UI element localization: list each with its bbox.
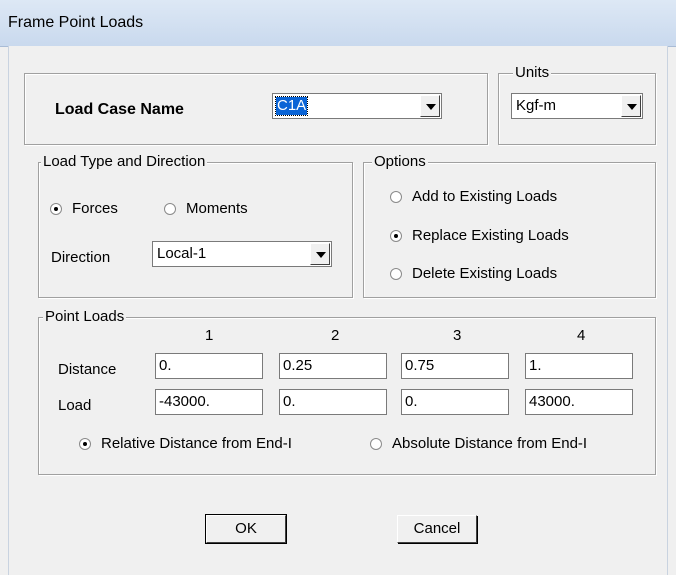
window-border [8,46,668,575]
title-bar: Frame Point Loads [0,0,676,47]
window-title: Frame Point Loads [8,14,144,31]
dialog-body: Load Case Name C1A Units Kgf-m Load Type… [8,46,668,575]
